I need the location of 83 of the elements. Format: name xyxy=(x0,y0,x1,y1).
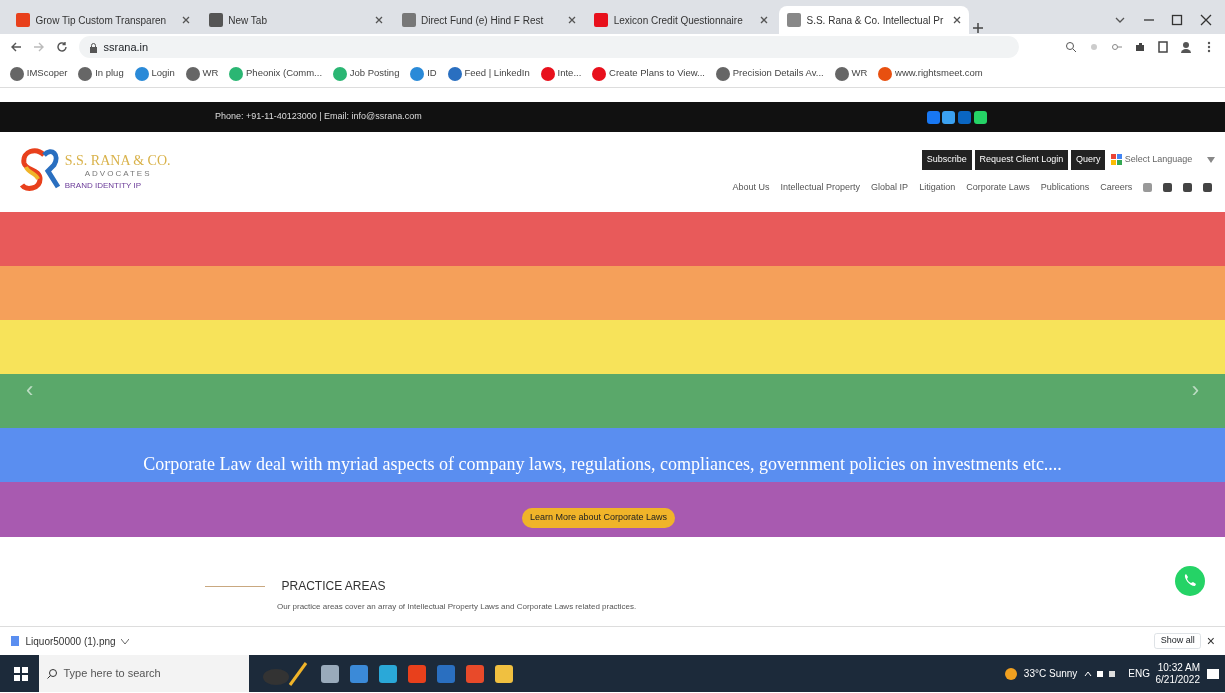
browser-tab[interactable]: New Tab xyxy=(200,6,391,34)
logo-motto: BRAND IDENTITY IP xyxy=(64,179,143,192)
learn-more-button[interactable]: Learn More about Corporate Laws xyxy=(522,508,676,528)
bookmark-label[interactable]: Inte... xyxy=(557,66,582,81)
notification-icon[interactable] xyxy=(1205,666,1220,681)
weather-text: 33°C Sunny xyxy=(1023,667,1078,681)
maximize-icon[interactable] xyxy=(1171,14,1183,26)
search-field[interactable]: Type here to search xyxy=(39,655,249,692)
caret-icon xyxy=(1207,156,1215,163)
social-icon[interactable] xyxy=(942,110,956,124)
tab-title: Grow Tip Custom Transparen xyxy=(35,13,168,28)
lock-icon xyxy=(89,41,98,53)
profile-icon[interactable] xyxy=(1180,41,1192,53)
file-icon xyxy=(10,636,20,646)
app-icon[interactable] xyxy=(379,664,397,683)
sidebar-icon[interactable] xyxy=(1157,41,1169,53)
browser-tab[interactable]: Direct Fund (e) Hind F Rest xyxy=(393,6,584,34)
show-all-button[interactable]: Show all xyxy=(1154,633,1202,649)
tab-title: Direct Fund (e) Hind F Rest xyxy=(421,13,545,28)
nav-link[interactable]: Global IP xyxy=(871,180,909,194)
browser-tab[interactable]: Lexicon Credit Questionnaire xyxy=(586,6,777,34)
app-icon[interactable] xyxy=(408,664,426,683)
nav-link[interactable]: Corporate Laws xyxy=(966,180,1030,194)
clock-date: 6/21/2022 xyxy=(1155,673,1200,686)
clock-time: 10:32 AM xyxy=(1156,661,1200,674)
address-bar[interactable]: ssrana.in xyxy=(79,36,1019,58)
browser-tab[interactable]: S.S. Rana & Co. Intellectual Pr xyxy=(779,6,969,34)
language-text: ENG xyxy=(1128,667,1150,681)
bookmark-label[interactable]: WR xyxy=(851,66,868,81)
social-icon[interactable] xyxy=(926,110,940,124)
app-icon[interactable] xyxy=(466,664,484,683)
bookmark-label[interactable]: Login xyxy=(151,66,175,81)
hero-caption: Corporate Law deal with myriad aspects of company laws, regulations, compliances, government policies on investments etc.... xyxy=(142,453,1063,476)
nav-link[interactable]: Intellectual Property xyxy=(780,180,861,194)
url-text: ssrana.in xyxy=(103,39,149,55)
section-heading: PRACTICE AREAS xyxy=(281,578,386,595)
bookmark-label[interactable]: In plug xyxy=(95,66,124,81)
new-tab-icon[interactable] xyxy=(971,22,984,34)
chevron-icon[interactable] xyxy=(121,638,130,644)
bookmark-label[interactable]: Create Plans to View... xyxy=(609,66,705,81)
close-button[interactable]: × xyxy=(1206,630,1215,652)
nav-link[interactable]: Litigation xyxy=(919,180,956,194)
key-icon[interactable] xyxy=(1111,41,1123,53)
bookmark-label[interactable]: WR xyxy=(202,66,219,81)
app-icon[interactable] xyxy=(350,664,368,683)
close-icon[interactable] xyxy=(567,16,576,24)
download-item[interactable]: Liquor50000 (1).png xyxy=(25,633,116,649)
close-icon[interactable] xyxy=(760,16,769,24)
google-icon xyxy=(1110,154,1122,166)
bookmark-label[interactable]: IMScoper xyxy=(26,66,68,81)
reload-icon[interactable] xyxy=(56,41,68,53)
close-icon[interactable] xyxy=(182,16,190,24)
bookmark-label[interactable]: Pheonix (Comm... xyxy=(246,66,323,81)
extensions-icon[interactable] xyxy=(1134,41,1146,53)
bookmark-label[interactable]: ID xyxy=(427,66,437,81)
nav-link[interactable]: Careers xyxy=(1100,180,1133,194)
close-icon[interactable] xyxy=(953,16,961,24)
windows-icon[interactable] xyxy=(14,666,28,681)
close-icon[interactable] xyxy=(1199,14,1212,26)
language-select[interactable]: Select Language xyxy=(1110,153,1215,167)
close-icon[interactable] xyxy=(374,16,383,24)
tab-title: Lexicon Credit Questionnaire xyxy=(613,13,744,28)
tab-title: New Tab xyxy=(228,13,268,28)
header-button[interactable]: Query xyxy=(1070,150,1106,170)
contact-text: Phone: +91-11-40123000 | Email: info@ssrana.com xyxy=(215,110,422,124)
app-icon[interactable] xyxy=(495,664,513,683)
nav-link[interactable]: Publications xyxy=(1040,180,1090,194)
nav-link[interactable]: About Us xyxy=(732,180,770,194)
sun-icon xyxy=(1004,666,1019,681)
bookmark-label[interactable]: Feed | LinkedIn xyxy=(464,66,530,81)
logo-tagline: ADVOCATES xyxy=(83,167,153,180)
header-button[interactable]: Request Client Login xyxy=(974,150,1069,170)
logo-name: S.S. RANA & CO. xyxy=(64,152,171,168)
bookmark-label[interactable]: www.rightsmeet.com xyxy=(895,66,983,81)
section-text: Our practice areas cover an array of Intellectual Property Laws and Corporate Laws related practices. xyxy=(277,600,637,613)
tab-title: S.S. Rana & Co. Intellectual Pr xyxy=(806,13,945,28)
browser-tab[interactable]: Grow Tip Custom Transparen xyxy=(8,6,198,34)
header-button[interactable]: Subscribe xyxy=(921,150,972,170)
social-icon[interactable] xyxy=(973,110,987,124)
app-icon[interactable] xyxy=(321,664,339,683)
bookmark-label[interactable]: Job Posting xyxy=(349,66,400,81)
bookmark-label[interactable]: Precision Details Av... xyxy=(732,66,824,81)
back-icon[interactable] xyxy=(10,41,22,53)
